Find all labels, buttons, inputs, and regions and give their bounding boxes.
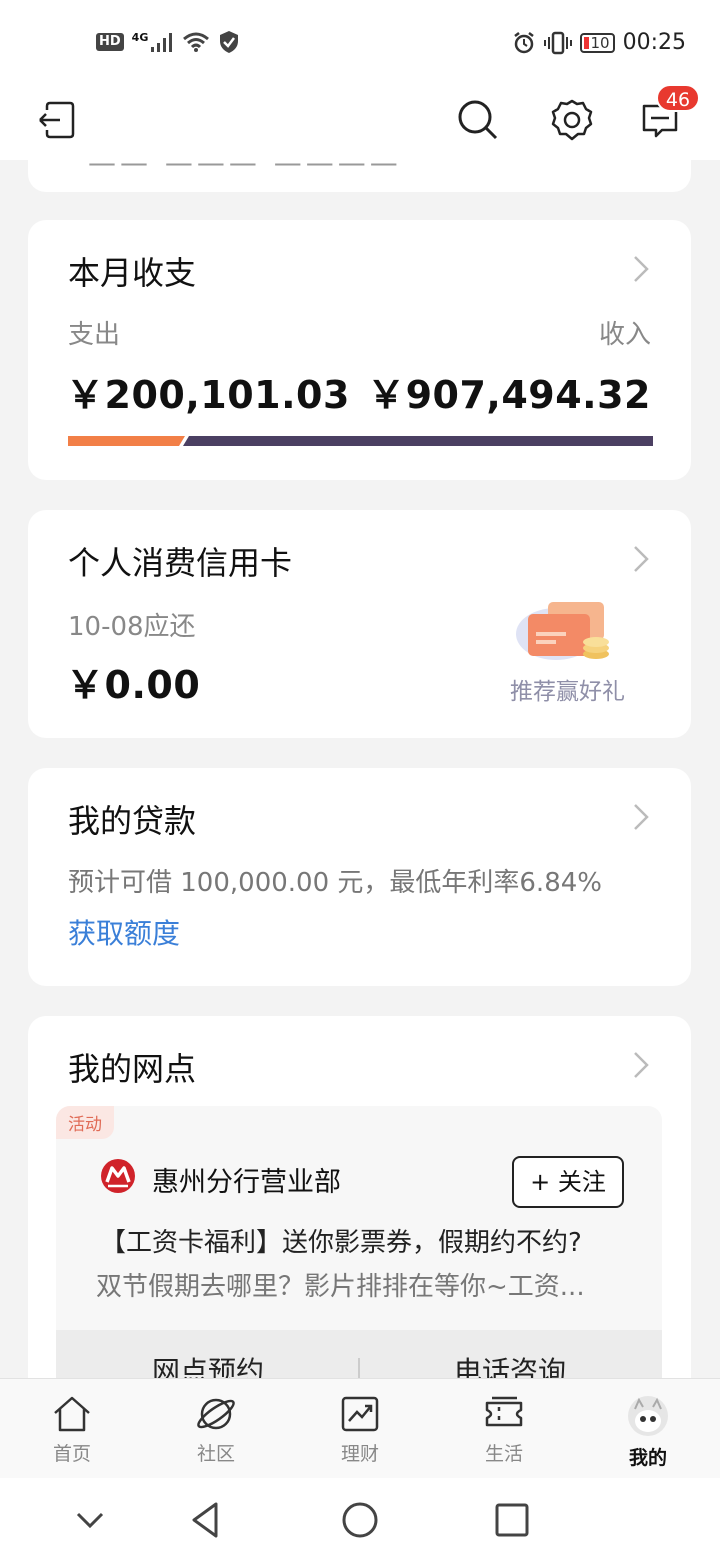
chart-icon	[341, 1396, 379, 1432]
due-amount: ￥0.00	[66, 663, 201, 707]
ticket-icon	[485, 1396, 523, 1427]
tab-home[interactable]: 首页	[22, 1395, 122, 1475]
battery-indicator: 10	[579, 32, 615, 53]
monthly-title: 本月收支	[68, 254, 197, 292]
bank-logo-icon	[101, 1159, 135, 1193]
chevron-right-icon[interactable]	[631, 1050, 651, 1080]
recents-icon[interactable]	[490, 1498, 534, 1542]
previous-card-remnant: —— ——— ————	[28, 160, 691, 192]
tab-wealth[interactable]: 理财	[310, 1395, 410, 1475]
system-nav-bar	[0, 1478, 720, 1560]
chevron-right-icon	[634, 804, 649, 830]
income-amount: ￥907,494.32	[367, 373, 651, 417]
activity-tag: 活动	[56, 1106, 114, 1139]
home-icon	[54, 1396, 90, 1432]
back-icon[interactable]	[184, 1498, 228, 1542]
settings-button[interactable]	[546, 94, 598, 146]
logout-icon	[39, 101, 75, 139]
tab-mine[interactable]: 我的	[598, 1395, 698, 1475]
tab-life[interactable]: 生活	[454, 1395, 554, 1475]
signal-icon	[151, 33, 173, 52]
status-right: 10 00:25	[512, 30, 686, 55]
due-date-label: 10-08应还	[68, 612, 196, 642]
loan-description: 预计可借 100,000.00 元，最低年利率6.84%	[68, 868, 602, 898]
gift-cards-icon	[516, 602, 609, 660]
expense-label: 支出	[68, 320, 121, 350]
branch-name: 惠州分行营业部	[152, 1167, 341, 1198]
chevron-right-icon	[634, 546, 649, 572]
credit-card-title: 个人消费信用卡	[68, 544, 293, 582]
gear-icon	[551, 99, 593, 141]
shield-icon	[220, 31, 239, 53]
tab-label: 首页	[52, 1443, 91, 1465]
activity-headline: 【工资卡福利】送你影票券，假期约不约?	[100, 1228, 582, 1258]
loan-title: 我的贷款	[68, 802, 197, 840]
chevron-right-icon	[634, 256, 649, 282]
tab-label: 理财	[340, 1443, 379, 1465]
bottom-tab-bar: 首页 社区 理财 生活 我的	[0, 1378, 720, 1478]
search-icon	[458, 100, 498, 140]
hd-badge: HD	[96, 33, 124, 51]
message-count-badge: 46	[656, 84, 700, 112]
follow-button[interactable]: + 关注	[512, 1156, 624, 1208]
logout-button[interactable]	[30, 94, 82, 146]
get-credit-link[interactable]: 获取额度	[68, 912, 180, 952]
home-circle-icon[interactable]	[338, 1498, 382, 1542]
search-button[interactable]	[452, 94, 504, 146]
income-expense-bar	[68, 436, 653, 446]
income-label: 收入	[598, 320, 651, 350]
alarm-icon	[513, 31, 534, 53]
branch-card: 我的网点 活动 惠州分行营业部 + 关注 【工资卡福利】送你影票券，假期约不约?…	[28, 1016, 691, 1436]
activity-excerpt: 双节假期去哪里？影片排排在等你~工资...	[96, 1272, 585, 1302]
income-bar	[183, 436, 653, 446]
branch-title: 我的网点	[68, 1050, 197, 1088]
planet-icon	[197, 1398, 235, 1430]
expense-amount: ￥200,101.03	[66, 373, 350, 417]
status-bar: HD 4G 10 00:25	[0, 0, 720, 80]
status-left: HD 4G	[96, 30, 240, 54]
collapse-icon[interactable]	[68, 1498, 112, 1542]
monthly-summary-card[interactable]: 本月收支 支出 收入 ￥200,101.03 ￥907,494.32	[28, 220, 691, 480]
tab-label: 生活	[484, 1443, 523, 1465]
wifi-icon	[183, 32, 210, 52]
avatar-icon	[628, 1396, 668, 1436]
vibrate-icon	[543, 31, 572, 54]
loan-card[interactable]: 我的贷款 预计可借 100,000.00 元，最低年利率6.84% 获取额度	[28, 768, 691, 986]
app-header	[0, 80, 720, 160]
branch-activity-card[interactable]: 活动 惠州分行营业部 + 关注 【工资卡福利】送你影票券，假期约不约? 双节假期…	[56, 1106, 662, 1406]
tab-community[interactable]: 社区	[166, 1395, 266, 1475]
network-label: 4G	[131, 30, 149, 44]
promo-link[interactable]: 推荐赢好礼	[510, 672, 625, 706]
tab-label: 社区	[196, 1443, 235, 1465]
tab-label: 我的	[628, 1447, 667, 1469]
clock: 00:25	[622, 30, 686, 55]
credit-card-card[interactable]: 个人消费信用卡 10-08应还 ￥0.00 推荐赢好礼	[28, 510, 691, 738]
expense-bar	[68, 436, 185, 446]
